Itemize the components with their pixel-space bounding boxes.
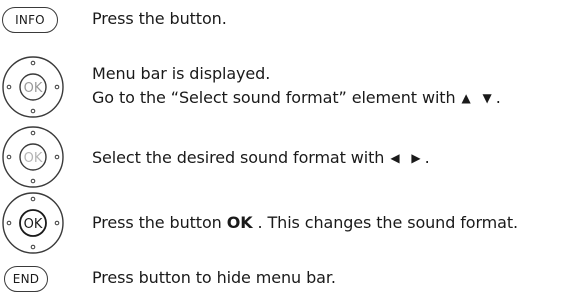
step-confirm-line: Press the button OK . This changes the s… xyxy=(92,211,518,235)
info-button-icon: INFO xyxy=(2,7,58,33)
step-info-text: Press the button. xyxy=(92,7,227,31)
up-down-arrows-icon: ▲ ▼ xyxy=(461,91,496,105)
dpad-ok-icon-center: OK xyxy=(2,192,64,254)
left-right-arrows-icon: ◀ ▶ xyxy=(390,151,425,165)
step-navigate: OK Menu bar is displayed. Go to the “Sel… xyxy=(0,52,570,118)
dpad-ok-icon-up-down: OK xyxy=(2,56,64,118)
step-select-text: Select the desired sound format with ◀ ▶. xyxy=(92,146,430,170)
step-select-line-text: Select the desired sound format with xyxy=(92,148,385,167)
step-navigate-line-2: Go to the “Select sound format” element … xyxy=(92,86,501,110)
step-info-line: Press the button. xyxy=(92,9,227,28)
svg-text:OK: OK xyxy=(24,217,43,232)
dpad-ok-icon-left-right: OK xyxy=(2,126,64,188)
step-navigate-line-2-text: Go to the “Select sound format” element … xyxy=(92,88,456,107)
step-confirm-before: Press the button xyxy=(92,213,227,232)
step-confirm-after: . This changes the sound format. xyxy=(252,213,519,232)
step-navigate-line-1: Menu bar is displayed. xyxy=(92,64,271,83)
step-end-line: Press button to hide menu bar. xyxy=(92,268,336,287)
svg-text:OK: OK xyxy=(24,151,43,166)
svg-text:OK: OK xyxy=(24,81,43,96)
step-select: OK Select the desired sound format with ◀… xyxy=(0,124,570,188)
step-navigate-trail: . xyxy=(495,88,501,107)
ok-keyword: OK xyxy=(226,213,253,232)
end-button-icon: END xyxy=(4,266,48,292)
step-confirm: OK Press the button OK . This changes th… xyxy=(0,190,570,254)
step-navigate-text: Menu bar is displayed. Go to the “Select… xyxy=(92,62,501,110)
step-end-text: Press button to hide menu bar. xyxy=(92,266,336,290)
step-select-trail: . xyxy=(424,148,430,167)
step-confirm-text: Press the button OK . This changes the s… xyxy=(92,211,518,235)
step-end: END Press button to hide menu bar. xyxy=(0,260,570,294)
step-select-line: Select the desired sound format with ◀ ▶. xyxy=(92,146,430,170)
step-info: INFO Press the button. xyxy=(0,0,570,40)
